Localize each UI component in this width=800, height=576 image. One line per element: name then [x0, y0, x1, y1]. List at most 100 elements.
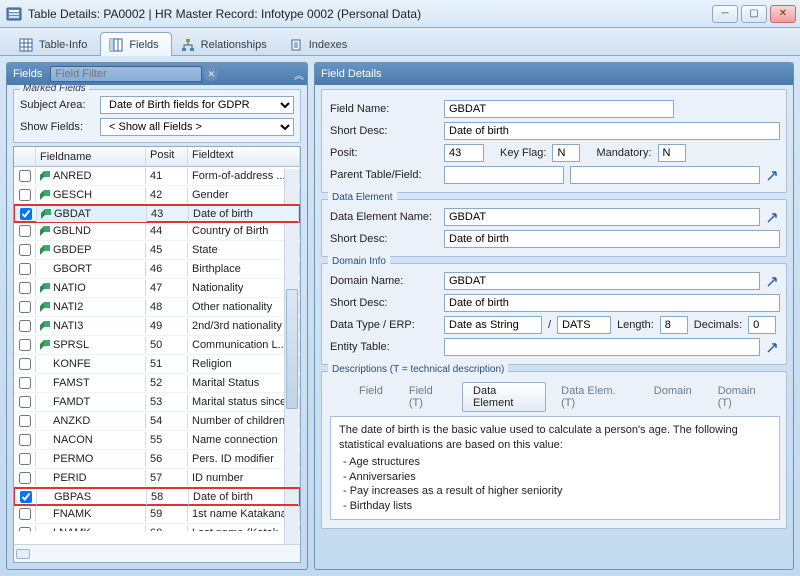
row-checkbox[interactable]: [19, 396, 31, 408]
desc-tab-domain[interactable]: Domain: [643, 382, 703, 412]
table-row[interactable]: NATIO47Nationality: [14, 279, 300, 298]
dtype2-input[interactable]: [557, 316, 611, 334]
row-checkbox[interactable]: [19, 320, 31, 332]
field-name-input[interactable]: [444, 100, 674, 118]
row-checkbox[interactable]: [19, 508, 31, 520]
parent-field-input[interactable]: [570, 166, 760, 184]
desc-tab-data-element[interactable]: Data Element: [462, 382, 546, 412]
hscroll-left-icon[interactable]: [16, 549, 30, 559]
table-row[interactable]: GESCH42Gender: [14, 186, 300, 205]
row-checkbox[interactable]: [19, 472, 31, 484]
show-fields-select[interactable]: < Show all Fields >: [100, 118, 294, 136]
field-posit: 49: [146, 318, 188, 334]
collapse-panel-icon[interactable]: ︽: [294, 67, 301, 82]
field-filter-input[interactable]: [50, 66, 202, 82]
dtype1-input[interactable]: [444, 316, 542, 334]
table-row[interactable]: GBPAS58Date of birth: [14, 487, 300, 506]
table-row[interactable]: GBORT46Birthplace: [14, 260, 300, 279]
desc-tab-domain-t[interactable]: Domain (T): [707, 382, 780, 412]
field-name: SPRSL: [53, 339, 89, 351]
field-posit: 56: [146, 451, 188, 467]
table-row[interactable]: GBDAT43Date of birth: [14, 204, 300, 223]
decimals-input[interactable]: [748, 316, 776, 334]
description-tabs: Field Field (T) Data Element Data Elem. …: [348, 382, 780, 412]
parent-table-input[interactable]: [444, 166, 564, 184]
row-checkbox[interactable]: [19, 282, 31, 294]
field-posit: 45: [146, 242, 188, 258]
close-button[interactable]: ✕: [770, 5, 796, 23]
tab-relationships[interactable]: Relationships: [172, 32, 280, 56]
key-flag-input[interactable]: [552, 144, 580, 162]
entity-table-input[interactable]: [444, 338, 760, 356]
row-checkbox[interactable]: [19, 263, 31, 275]
tab-indexes[interactable]: Indexes: [280, 32, 361, 56]
row-checkbox[interactable]: [20, 208, 32, 220]
mandatory-input[interactable]: [658, 144, 686, 162]
table-row[interactable]: SPRSL50Communication L...: [14, 336, 300, 355]
col-header-posit[interactable]: Posit: [146, 147, 188, 166]
table-row[interactable]: FAMST52Marital Status: [14, 374, 300, 393]
tab-fields[interactable]: Fields: [100, 32, 171, 56]
row-checkbox[interactable]: [19, 358, 31, 370]
clear-filter-icon[interactable]: ✕: [204, 67, 218, 81]
row-checkbox[interactable]: [20, 491, 32, 503]
row-checkbox[interactable]: [19, 453, 31, 465]
show-fields-label: Show Fields:: [20, 121, 96, 133]
goto-domain-icon[interactable]: [766, 274, 780, 288]
scroll-thumb[interactable]: [286, 289, 298, 409]
desc-bullet-list: - Age structures- Anniversaries- Pay inc…: [339, 455, 771, 514]
table-row[interactable]: NATI248Other nationality: [14, 298, 300, 317]
length-input[interactable]: [660, 316, 688, 334]
row-checkbox[interactable]: [19, 527, 31, 531]
desc-tab-field-t[interactable]: Field (T): [398, 382, 458, 412]
row-checkbox[interactable]: [19, 170, 31, 182]
subject-area-select[interactable]: Date of Birth fields for GDPR: [100, 96, 294, 114]
relationships-icon: [181, 38, 195, 52]
col-header-fieldtext[interactable]: Fieldtext: [188, 147, 300, 166]
table-row[interactable]: KONFE51Religion: [14, 355, 300, 374]
table-row[interactable]: ANRED41Form-of-address ...: [14, 167, 300, 186]
row-checkbox[interactable]: [19, 244, 31, 256]
domain-short-input[interactable]: [444, 294, 780, 312]
posit-input[interactable]: [444, 144, 484, 162]
table-row[interactable]: PERID57ID number: [14, 469, 300, 488]
row-checkbox[interactable]: [19, 339, 31, 351]
de-short-input[interactable]: [444, 230, 780, 248]
goto-de-icon[interactable]: [766, 210, 780, 224]
de-name-input[interactable]: [444, 208, 760, 226]
field-posit: 54: [146, 413, 188, 429]
table-row[interactable]: FNAMK591st name Katakana: [14, 505, 300, 524]
fields-table-body[interactable]: ANRED41Form-of-address ...GESCH42GenderG…: [14, 167, 300, 531]
maximize-button[interactable]: ▢: [741, 5, 767, 23]
desc-tab-field[interactable]: Field: [348, 382, 394, 412]
domain-info-legend: Domain Info: [328, 256, 390, 267]
domain-short-label: Short Desc:: [330, 297, 438, 309]
table-row[interactable]: NACON55Name connection: [14, 431, 300, 450]
minimize-button[interactable]: ─: [712, 5, 738, 23]
row-checkbox[interactable]: [19, 301, 31, 313]
domain-name-input[interactable]: [444, 272, 760, 290]
table-row[interactable]: ANZKD54Number of children: [14, 412, 300, 431]
table-row[interactable]: NATI3492nd/3rd nationality: [14, 317, 300, 336]
goto-entity-icon[interactable]: [766, 340, 780, 354]
col-header-fieldname[interactable]: Fieldname: [36, 147, 146, 166]
key-icon: [41, 209, 51, 219]
table-row[interactable]: LNAMK60Last name (Katak...: [14, 524, 300, 531]
table-row[interactable]: PERMO56Pers. ID modifier: [14, 450, 300, 469]
row-checkbox[interactable]: [19, 189, 31, 201]
row-checkbox[interactable]: [19, 415, 31, 427]
row-checkbox[interactable]: [19, 377, 31, 389]
short-desc-input[interactable]: [444, 122, 780, 140]
key-flag-label: Key Flag:: [500, 147, 546, 159]
desc-tab-data-elem-t[interactable]: Data Elem. (T): [550, 382, 639, 412]
goto-parent-icon[interactable]: [766, 168, 780, 182]
table-row[interactable]: FAMDT53Marital status since: [14, 393, 300, 412]
table-row[interactable]: GBLND44Country of Birth: [14, 222, 300, 241]
tab-table-info[interactable]: Table-Info: [10, 32, 100, 56]
row-checkbox[interactable]: [19, 434, 31, 446]
table-row[interactable]: GBDEP45State: [14, 241, 300, 260]
field-posit: 41: [146, 168, 188, 184]
app-icon: [6, 6, 22, 22]
descriptions-section: Descriptions (T = technical description)…: [321, 371, 787, 529]
row-checkbox[interactable]: [19, 225, 31, 237]
